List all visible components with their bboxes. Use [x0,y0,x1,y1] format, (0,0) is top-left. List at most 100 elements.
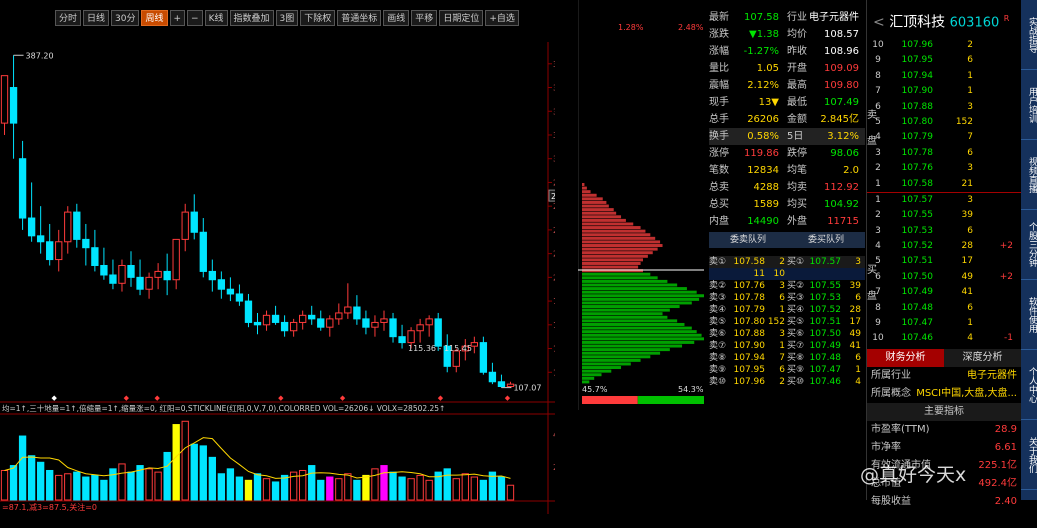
candle[interactable] [344,283,352,319]
candle[interactable] [172,238,180,290]
queue-row[interactable]: 卖⑩ 107.96 2 买⑩ 107.46 4 [709,376,865,388]
volume-bar[interactable] [335,478,343,501]
volume-bar[interactable] [253,473,262,501]
candle[interactable] [145,272,153,299]
volume-bar[interactable] [9,465,18,501]
sell-level-row[interactable]: 9 107.95 6 [867,53,1021,68]
toolbar-button[interactable]: 画线 [383,10,410,26]
concept-value[interactable]: MSCI中国,大盘,大盘... [916,385,1017,403]
sell-level-row[interactable]: 5 107.80 152 [867,115,1021,130]
toolbar-button[interactable]: 3图 [275,10,299,26]
candle[interactable] [73,203,81,248]
sidebar-button[interactable]: 软件使用 [1021,280,1037,350]
tab-depth[interactable]: 深度分析 [944,349,1021,367]
volume-bar[interactable] [199,445,207,501]
candle[interactable] [55,229,63,272]
toolbar-button[interactable]: + [169,10,186,26]
candle[interactable] [271,305,280,325]
candle[interactable] [9,55,18,159]
toolbar-button[interactable]: 日线 [83,10,110,26]
queue-row[interactable]: 卖⑦ 107.90 1 买⑦ 107.49 41 [709,340,865,352]
candle[interactable] [443,334,451,373]
volume-bar[interactable] [208,456,216,501]
candle[interactable] [100,247,108,280]
candle[interactable] [362,310,370,335]
volume-bar[interactable] [244,479,253,501]
candle[interactable] [380,310,388,331]
buy-level-row[interactable]: 8 107.48 6 [867,301,1021,316]
sell-level-row[interactable]: 10 107.96 2 [867,38,1021,53]
toolbar-button[interactable]: 周线 [141,10,168,26]
candle[interactable] [27,182,36,242]
volume-bar[interactable] [235,476,244,501]
volume-bar[interactable] [64,473,72,501]
volume-bar[interactable] [371,468,379,501]
sell-level-row[interactable]: 3 107.78 6 [867,146,1021,161]
queue-row[interactable]: 卖⑨ 107.95 6 买⑨ 107.47 1 [709,364,865,376]
volume-bar[interactable] [36,461,45,501]
candle[interactable] [18,140,27,230]
candle[interactable] [36,206,45,254]
volume-bar[interactable] [172,424,180,501]
candle[interactable] [235,284,244,306]
buy-level-row[interactable]: 3 107.53 6 [867,224,1021,239]
queue-row[interactable]: 卖① 107.58 2 买① 107.57 3 [709,256,865,268]
candle[interactable] [163,253,171,296]
volume-bar[interactable] [443,468,451,501]
candle[interactable] [253,312,262,335]
volume-bar[interactable] [127,471,135,501]
candle[interactable] [353,295,361,325]
toolbar-button[interactable]: K线 [204,10,228,26]
sell-level-row[interactable]: 4 107.79 7 [867,130,1021,145]
volume-bar[interactable] [344,473,352,501]
candle[interactable] [109,259,117,290]
volume-bar[interactable] [226,468,235,501]
volume-bar[interactable] [362,474,370,501]
volume-bar[interactable] [497,476,506,501]
volume-bar[interactable] [389,471,397,501]
candle[interactable] [335,303,343,325]
volume-bar[interactable] [18,435,27,501]
candle[interactable] [389,312,397,343]
buy-level-row[interactable]: 10 107.46 4 -1 [867,331,1021,346]
candle[interactable] [190,194,198,240]
candle[interactable] [244,293,253,328]
toolbar-button[interactable]: 下除权 [300,10,336,26]
volume-bar[interactable] [452,478,460,501]
tab-finance[interactable]: 财务分析 [867,348,944,367]
candle[interactable] [154,263,162,290]
queue-row[interactable]: 卖④ 107.79 1 买④ 107.52 28 [709,304,865,316]
volume-bar[interactable] [145,468,153,501]
buy-queue-label[interactable]: 委买队列 [787,232,865,248]
candle[interactable] [326,315,334,337]
volume-bar[interactable] [73,471,81,501]
toolbar-button[interactable]: +自选 [485,10,519,26]
candle[interactable] [488,362,497,385]
volume-bar[interactable] [280,474,289,501]
volume-bar[interactable] [416,474,424,501]
sell-level-row[interactable]: 2 107.76 3 [867,161,1021,176]
volume-bar[interactable] [308,465,316,501]
sidebar-button[interactable]: 视频直播 [1021,140,1037,210]
volume-bar[interactable] [461,473,469,501]
candle[interactable] [308,305,316,325]
candle[interactable] [46,223,54,266]
candle[interactable] [425,315,433,337]
candle[interactable] [127,251,135,287]
volume-bar[interactable] [353,479,361,501]
candle[interactable] [0,75,9,135]
candle[interactable] [217,271,226,299]
buy-level-row[interactable]: 1 107.57 3 [867,193,1021,208]
candle[interactable] [479,336,488,375]
volume-bar[interactable] [425,479,433,501]
volume-bar[interactable] [326,476,334,501]
volume-bar[interactable] [91,474,99,501]
sidebar-button[interactable]: 个股三分钟 [1021,210,1037,280]
volume-bar[interactable] [181,420,189,501]
volume-bar[interactable] [479,479,488,501]
candle[interactable] [226,277,235,302]
candle[interactable] [118,259,126,292]
candlestick-chart[interactable]: 380 360 340 320 300 280 260 240 220 200 180 160 140 1… [0,28,555,528]
queue-row[interactable]: 卖③ 107.78 6 买③ 107.53 6 [709,292,865,304]
industry-value[interactable]: 电子元器件 [967,367,1017,385]
